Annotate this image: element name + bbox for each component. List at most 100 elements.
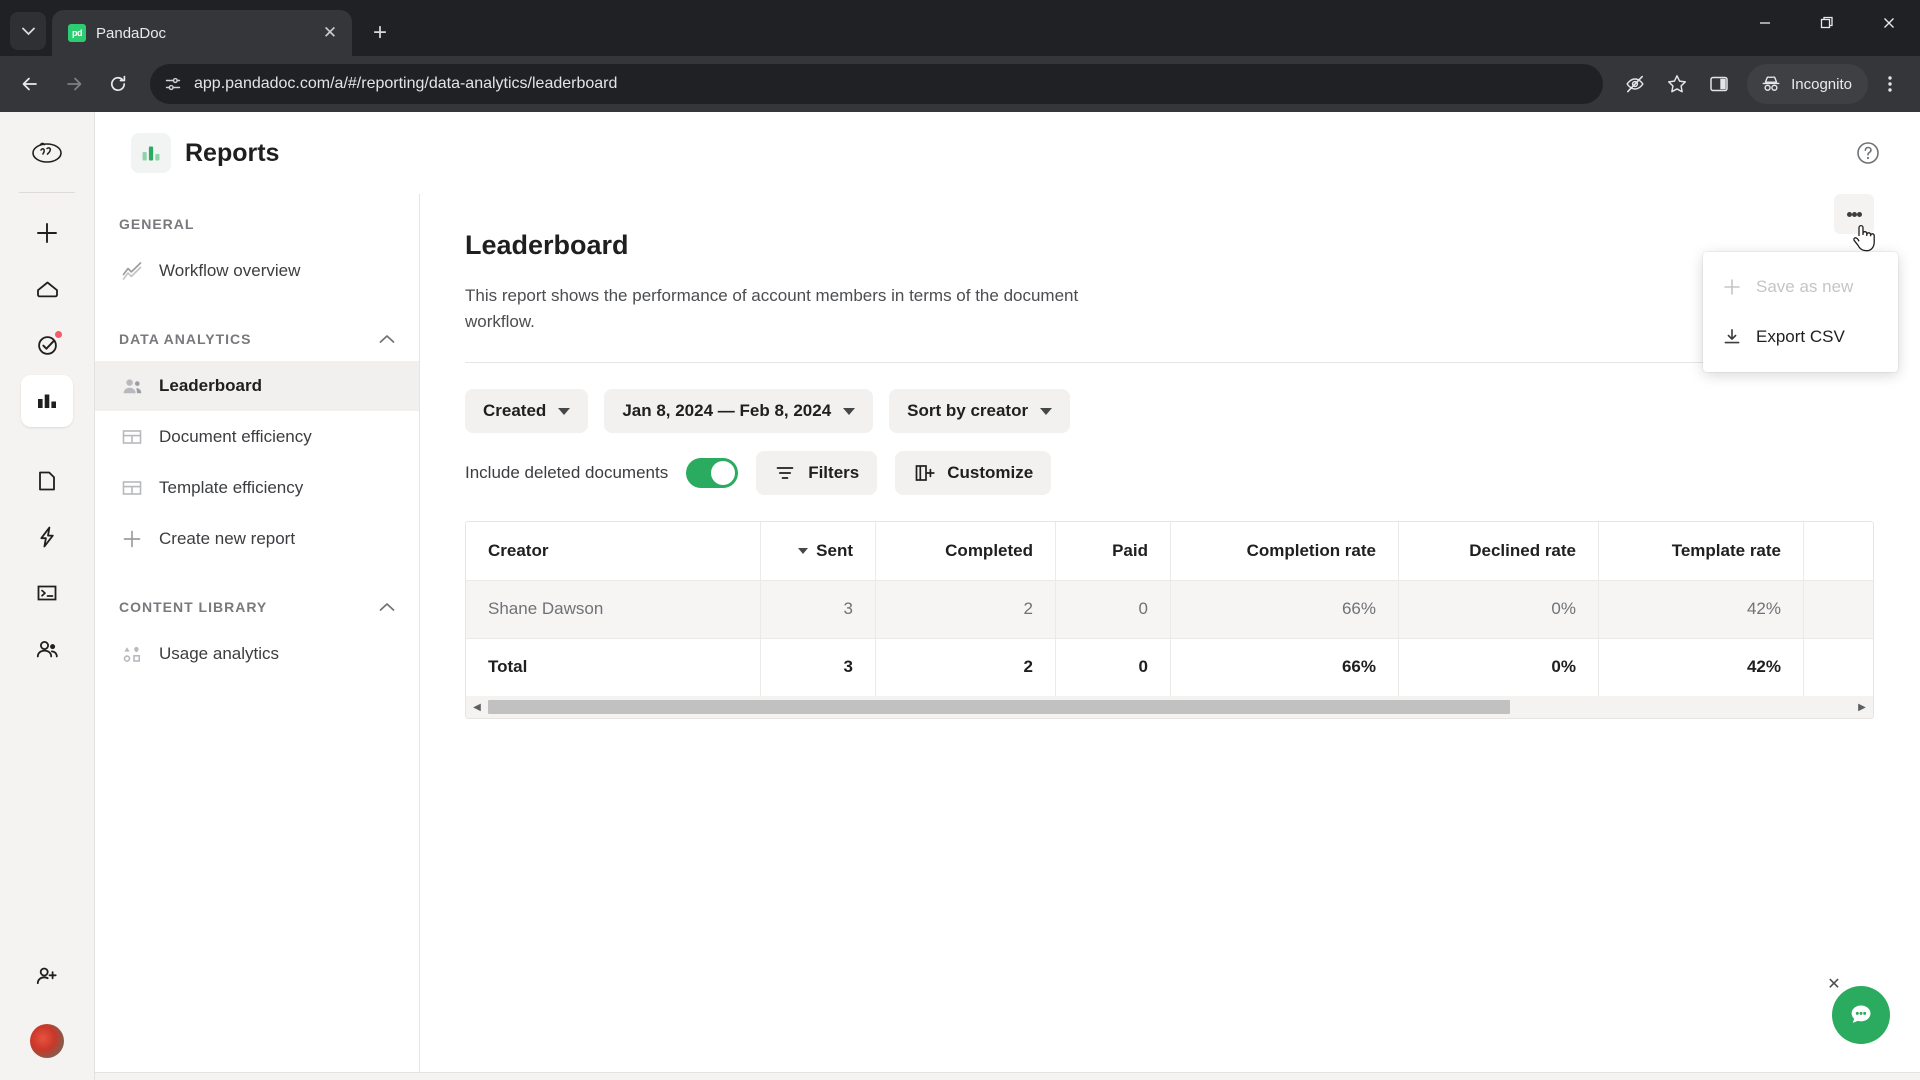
new-tab-button[interactable]: + bbox=[362, 15, 398, 51]
filters-row: Created Jan 8, 2024 — Feb 8, 2024 Sort b… bbox=[465, 389, 1874, 433]
column-header-creator[interactable]: Creator bbox=[466, 522, 761, 581]
reports-logo-icon bbox=[131, 133, 171, 173]
sidebar-group-label: GENERAL bbox=[119, 216, 195, 232]
menu-item-export-csv[interactable]: Export CSV bbox=[1703, 312, 1898, 362]
address-bar[interactable]: app.pandadoc.com/a/#/reporting/data-anal… bbox=[150, 64, 1604, 104]
date-field-dropdown[interactable]: Created bbox=[465, 389, 589, 433]
browser-window: pd PandaDoc ✕ + app.pandadoc.com/a/#/rep… bbox=[0, 0, 1920, 1080]
sidebar-item-document-efficiency[interactable]: Document efficiency bbox=[95, 412, 419, 462]
close-tab-icon[interactable]: ✕ bbox=[318, 21, 342, 45]
column-header-paid[interactable]: Paid bbox=[1055, 522, 1171, 581]
report-title: Leaderboard bbox=[465, 230, 629, 260]
column-header-sent[interactable]: Sent bbox=[760, 522, 876, 581]
scrollbar-thumb[interactable] bbox=[488, 700, 1511, 714]
sidebar-item-label: Template efficiency bbox=[159, 478, 304, 497]
rail-item-documents[interactable] bbox=[21, 455, 73, 507]
incognito-indicator[interactable]: Incognito bbox=[1747, 64, 1868, 104]
rail-item-contacts[interactable] bbox=[21, 623, 73, 675]
body-row: GENERAL Workflow overview DATA ANALYTICS bbox=[95, 194, 1920, 1072]
user-avatar[interactable] bbox=[30, 1024, 64, 1058]
table-body: Shane Dawson 3 2 0 66% 0% 42% 10min bbox=[466, 580, 1873, 696]
chat-widget-button[interactable] bbox=[1832, 986, 1890, 1044]
chevron-down-icon bbox=[843, 407, 856, 415]
pandadoc-app: Reports GENERAL Workflow overview DATA A… bbox=[0, 112, 1920, 1080]
kebab-dot bbox=[1846, 211, 1852, 217]
sidebar-item-leaderboard[interactable]: Leaderboard bbox=[95, 361, 419, 411]
rail-item-quick-actions[interactable] bbox=[21, 511, 73, 563]
tracking-protection-icon[interactable] bbox=[1615, 64, 1655, 104]
rail-item-home[interactable] bbox=[21, 263, 73, 315]
workspace-logo-icon[interactable] bbox=[25, 130, 69, 174]
table-row[interactable]: Shane Dawson 3 2 0 66% 0% 42% 10min bbox=[466, 580, 1873, 639]
reload-button[interactable] bbox=[98, 64, 138, 104]
include-deleted-label: Include deleted documents bbox=[465, 463, 669, 482]
browser-tab[interactable]: pd PandaDoc ✕ bbox=[52, 10, 352, 56]
download-icon bbox=[1721, 327, 1743, 347]
rail-item-create-new[interactable] bbox=[21, 207, 73, 259]
rail-item-invite-user[interactable] bbox=[21, 950, 73, 1002]
window-bottom-strip bbox=[95, 1072, 1920, 1080]
sidebar-item-workflow-overview[interactable]: Workflow overview bbox=[95, 246, 419, 296]
scroll-left-arrow-icon[interactable]: ◀ bbox=[466, 702, 488, 713]
column-header-completed[interactable]: Completed bbox=[875, 522, 1056, 581]
sidebar-group-content-library[interactable]: CONTENT LIBRARY bbox=[95, 599, 419, 615]
sidebar-item-label: Document efficiency bbox=[159, 427, 312, 446]
sidebar-group-data-analytics[interactable]: DATA ANALYTICS bbox=[95, 331, 419, 347]
bookmark-button[interactable] bbox=[1657, 64, 1697, 104]
chat-bubble-icon bbox=[1851, 1005, 1871, 1023]
back-button[interactable] bbox=[10, 64, 50, 104]
trend-line-icon bbox=[120, 259, 144, 283]
options-row: Include deleted documents Filters Custom… bbox=[465, 451, 1874, 495]
rail-item-reports[interactable] bbox=[21, 375, 73, 427]
chevron-down-icon bbox=[21, 27, 35, 35]
column-header-template-rate[interactable]: Template rate bbox=[1598, 522, 1804, 581]
star-icon bbox=[1668, 75, 1687, 93]
table-horizontal-scrollbar[interactable]: ◀ ▶ bbox=[466, 696, 1873, 718]
column-header-completion-rate[interactable]: Completion rate bbox=[1170, 522, 1399, 581]
cell-completed: 2 bbox=[875, 580, 1056, 639]
cell-total-time-to-send: 10min bbox=[1803, 638, 1873, 696]
menu-item-label: Export CSV bbox=[1756, 327, 1845, 346]
include-deleted-toggle[interactable] bbox=[686, 458, 739, 488]
favicon-text: pd bbox=[72, 28, 83, 38]
menu-item-save-as-new[interactable]: Save as new bbox=[1703, 262, 1898, 312]
mouse-cursor-pointer bbox=[1853, 224, 1875, 252]
sidebar-item-label: Leaderboard bbox=[159, 376, 262, 395]
cell-total-paid: 0 bbox=[1055, 638, 1171, 696]
side-panel-button[interactable] bbox=[1699, 64, 1739, 104]
toolbar-icons: Incognito bbox=[1615, 64, 1910, 104]
plus-icon bbox=[37, 223, 57, 243]
close-window-button[interactable] bbox=[1858, 0, 1920, 46]
sidebar-item-template-efficiency[interactable]: Template efficiency bbox=[95, 463, 419, 513]
help-button[interactable] bbox=[1850, 135, 1886, 171]
maximize-button[interactable] bbox=[1796, 0, 1858, 46]
sidebar-item-usage-analytics[interactable]: Usage analytics bbox=[95, 629, 419, 679]
rail-item-forms[interactable] bbox=[21, 567, 73, 619]
sort-by-dropdown[interactable]: Sort by creator bbox=[889, 389, 1071, 433]
cell-completion-rate: 66% bbox=[1170, 580, 1399, 639]
report-options-menu: Save as new Export CSV bbox=[1703, 252, 1898, 372]
scroll-right-arrow-icon[interactable]: ▶ bbox=[1851, 702, 1873, 713]
side-panel-icon bbox=[1710, 76, 1728, 92]
rail-item-tasks[interactable] bbox=[21, 319, 73, 371]
kebab-dot bbox=[1851, 211, 1857, 217]
filters-button[interactable]: Filters bbox=[756, 451, 878, 495]
plus-icon bbox=[1721, 277, 1743, 297]
forward-button[interactable] bbox=[54, 64, 94, 104]
date-range-dropdown[interactable]: Jan 8, 2024 — Feb 8, 2024 bbox=[604, 389, 874, 433]
column-header-declined-rate[interactable]: Declined rate bbox=[1398, 522, 1599, 581]
minimize-button[interactable] bbox=[1734, 0, 1796, 46]
chrome-menu-button[interactable] bbox=[1870, 64, 1910, 104]
sidebar-item-create-new-report[interactable]: Create new report bbox=[95, 514, 419, 564]
close-chat-icon[interactable]: ✕ bbox=[1824, 974, 1844, 994]
scrollbar-track[interactable] bbox=[488, 700, 1851, 714]
tab-search-button[interactable] bbox=[10, 12, 46, 50]
column-label: Sent bbox=[816, 540, 853, 560]
column-header-time-to-send[interactable]: Time to send bbox=[1803, 522, 1873, 581]
site-settings-icon[interactable] bbox=[164, 75, 182, 93]
customize-button[interactable]: Customize bbox=[895, 451, 1052, 495]
cell-declined-rate: 0% bbox=[1398, 580, 1599, 639]
cell-template-rate: 42% bbox=[1598, 580, 1804, 639]
help-circle-icon bbox=[1857, 142, 1879, 164]
shapes-icon bbox=[120, 642, 144, 666]
